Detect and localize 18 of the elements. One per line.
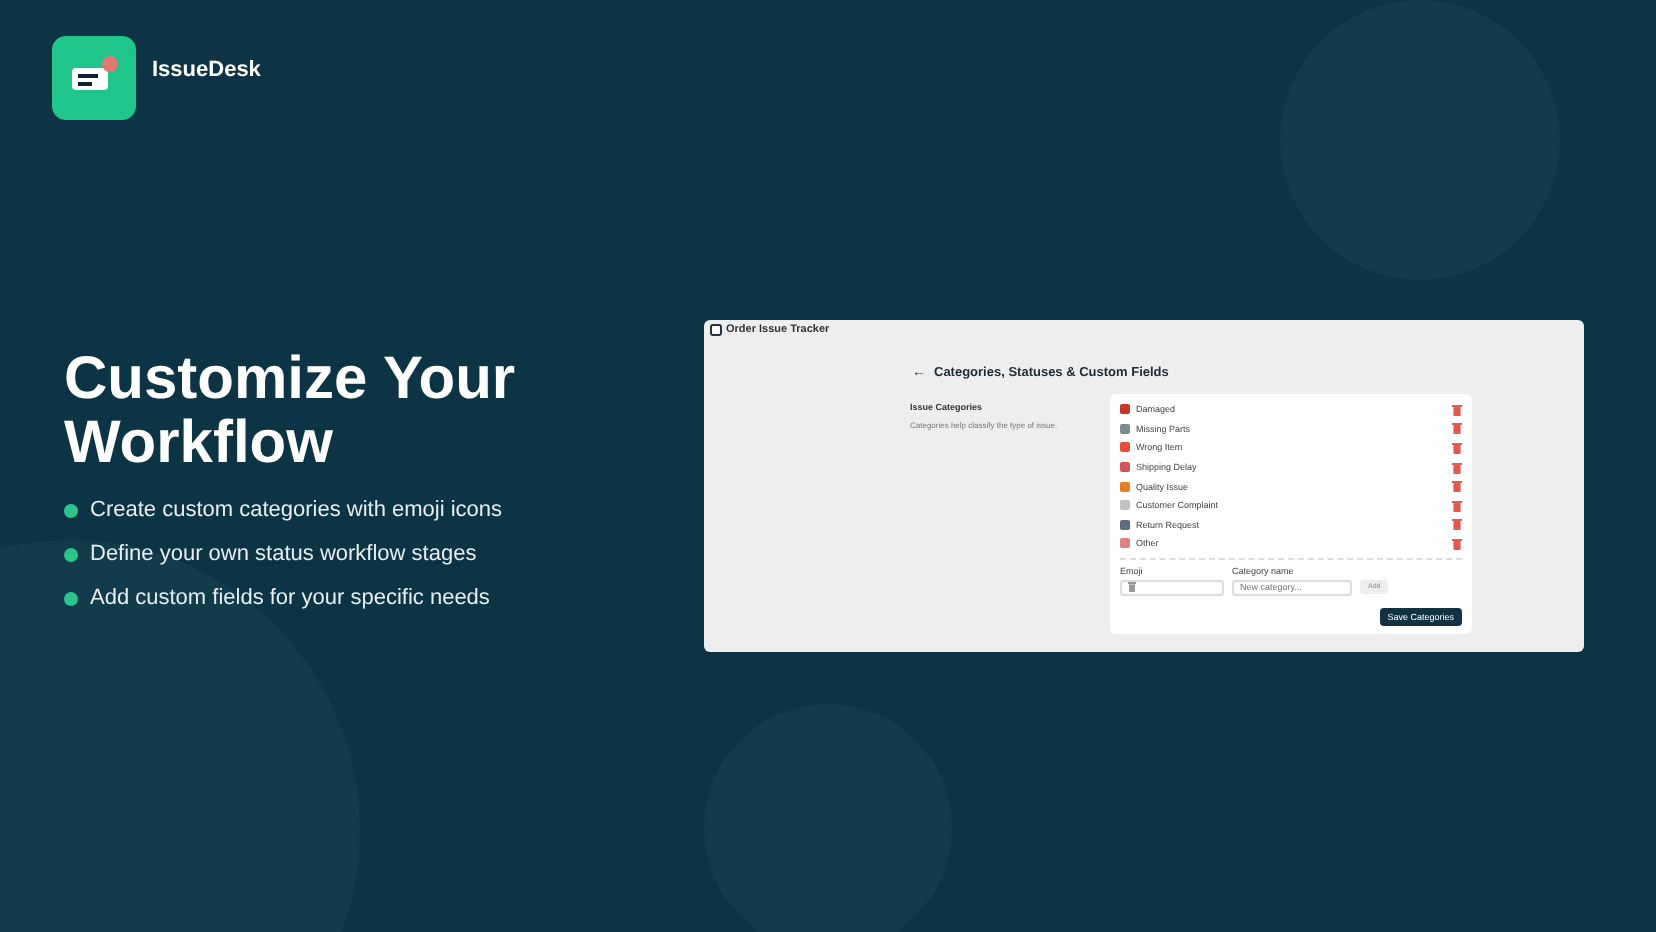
hero-title: Customize Your Workflow (64, 348, 518, 476)
trash-icon[interactable] (1452, 537, 1462, 550)
app-icon (710, 324, 722, 336)
trash-icon[interactable] (1452, 422, 1462, 435)
bullet-text: Add custom fields for your specific needs (90, 586, 490, 610)
brand-name: IssueDesk (152, 58, 261, 82)
trash-icon[interactable] (1452, 461, 1462, 474)
trash-icon[interactable] (1452, 480, 1462, 493)
trash-icon (1128, 582, 1136, 593)
logo-icon (52, 36, 136, 120)
bullet-text: Create custom categories with emoji icons (90, 498, 503, 522)
emoji-field[interactable] (1120, 579, 1224, 596)
bullet-text: Define your own status workflow stages (90, 542, 477, 566)
trash-icon[interactable] (1452, 499, 1462, 512)
trash-icon[interactable] (1452, 441, 1462, 454)
trash-icon[interactable] (1452, 403, 1462, 416)
trash-icon[interactable] (1452, 518, 1462, 531)
bullet-dot (64, 503, 78, 517)
